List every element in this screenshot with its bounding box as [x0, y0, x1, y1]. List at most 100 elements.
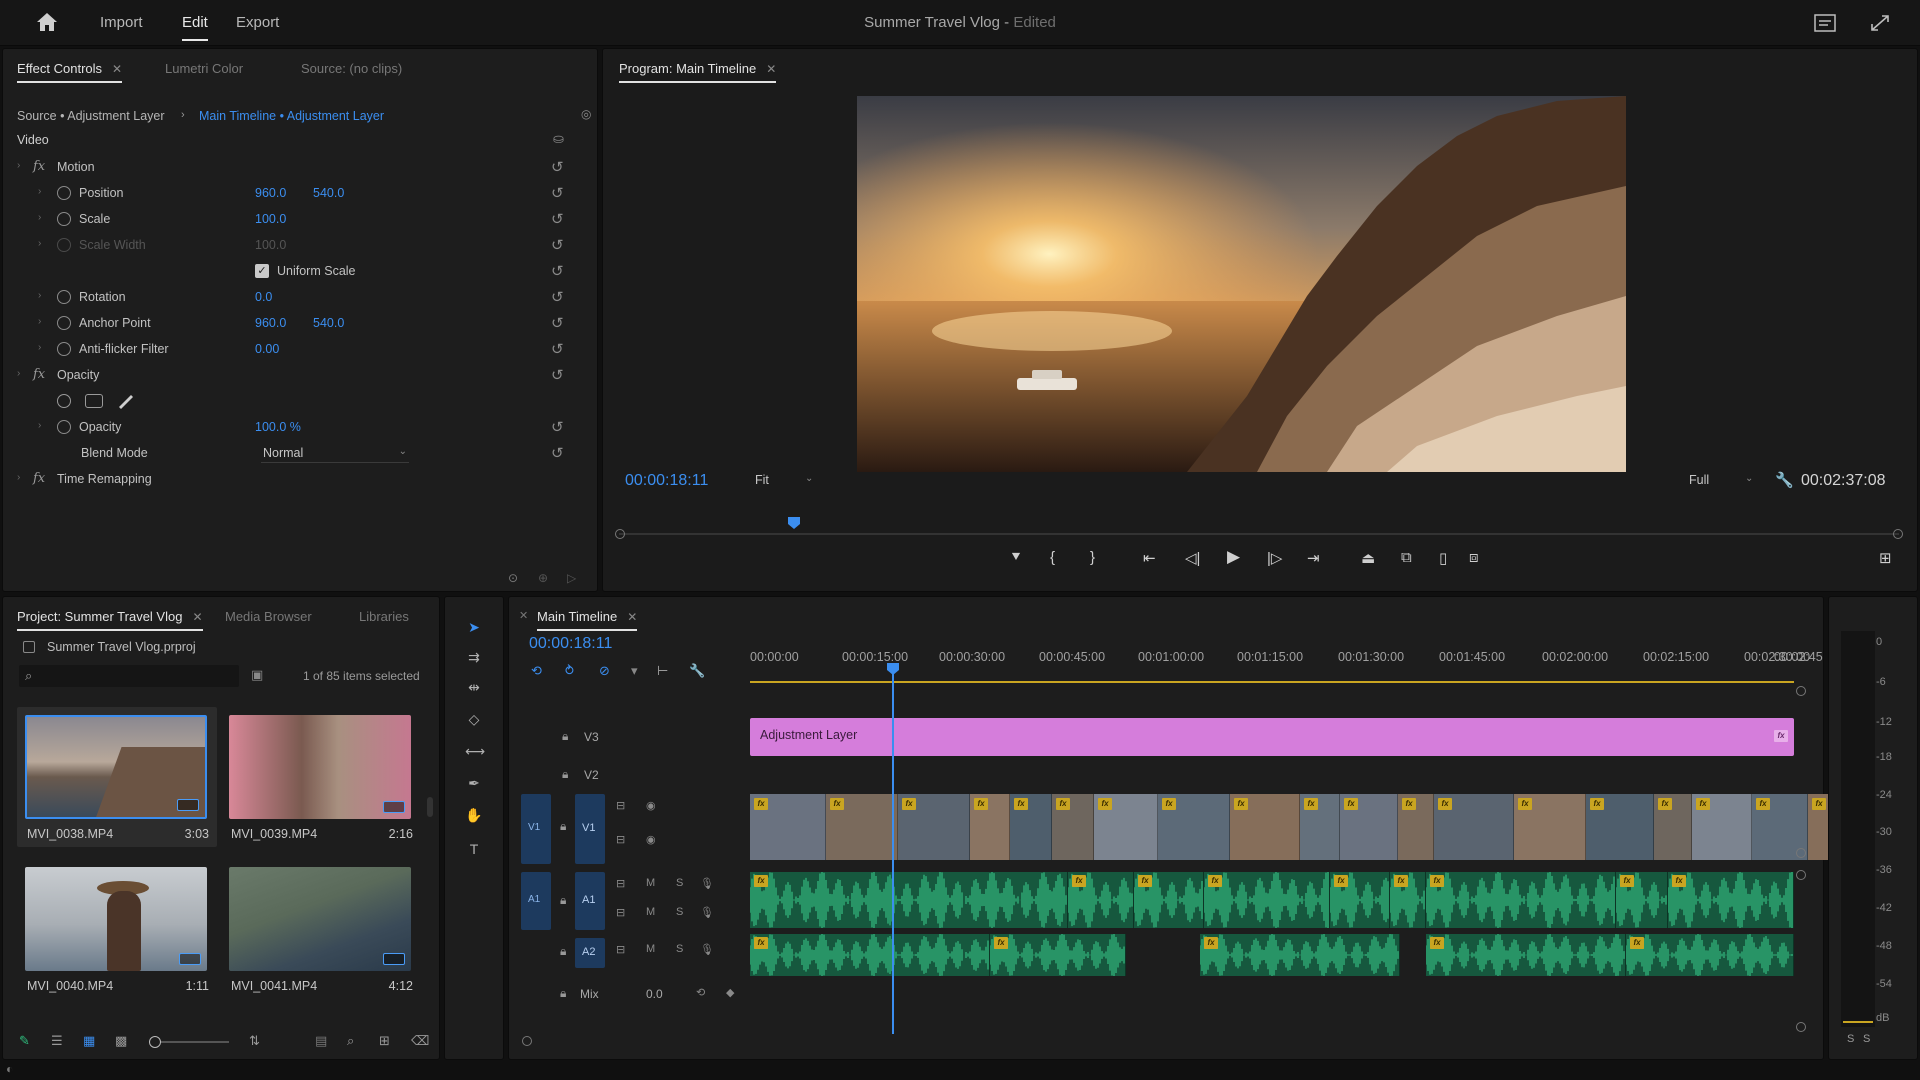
video-clip[interactable]: fx [970, 794, 1010, 860]
video-clip[interactable]: fx [1052, 794, 1094, 860]
close-icon[interactable]: ✕ [766, 62, 776, 76]
video-clip[interactable]: fx [1654, 794, 1692, 860]
type-tool-icon[interactable]: T [465, 841, 483, 859]
razor-tool-icon[interactable]: ◇ [465, 711, 483, 729]
source-patch-a1[interactable]: A1 [521, 872, 551, 930]
audio-clip[interactable]: fx [1626, 934, 1794, 976]
reset-icon[interactable]: ↺ [551, 288, 564, 306]
vertical-zoom-handle[interactable] [1796, 1022, 1806, 1032]
effect-opacity[interactable]: › fx Opacity ↺ [3, 363, 583, 389]
tab-program[interactable]: Program: Main Timeline ✕ [619, 61, 777, 83]
program-timecode[interactable]: 00:00:18:11 [625, 472, 708, 490]
sync-lock-icon[interactable]: ⊟ [616, 877, 625, 890]
clip-card[interactable]: MVI_0039.MP4 2:16 [221, 707, 421, 847]
audio-clip[interactable]: fx [1068, 872, 1134, 928]
timeline-timecode[interactable]: 00:00:18:11 [529, 635, 612, 653]
timeline-toggle-icon[interactable]: ◎ [581, 107, 591, 121]
rectangle-mask-icon[interactable] [85, 394, 103, 408]
video-clip[interactable]: fx [1434, 794, 1514, 860]
audio-clip[interactable]: fx [1426, 934, 1626, 976]
reset-icon[interactable]: ↺ [551, 314, 564, 332]
fit-select[interactable]: Fit ⌄ [755, 473, 815, 489]
audio-clip[interactable]: fx [1204, 872, 1330, 928]
mix-keyframe-icon[interactable]: ◆ [726, 986, 734, 999]
blend-mode-select[interactable]: Normal ⌄ [261, 445, 409, 463]
chevron-right-icon[interactable]: › [38, 290, 41, 301]
solo-button[interactable]: S [676, 943, 683, 955]
audio-clip[interactable]: fx [1134, 872, 1204, 928]
reset-icon[interactable]: ↺ [551, 236, 564, 254]
sync-lock-icon[interactable]: ⊟ [616, 799, 625, 812]
lift-icon[interactable]: ⏏ [1361, 549, 1375, 567]
clip-card[interactable]: MVI_0040.MP4 1:11 [17, 859, 217, 999]
tab-main-timeline[interactable]: Main Timeline ✕ [537, 609, 638, 631]
sync-lock-icon[interactable]: ⊟ [616, 943, 625, 956]
add-marker-icon[interactable]: ⯆ [1010, 549, 1022, 566]
video-clip[interactable]: fx [1340, 794, 1398, 860]
close-icon[interactable]: ✕ [519, 609, 528, 622]
effect-time-remapping[interactable]: › fx Time Remapping [3, 467, 583, 493]
uniform-scale-checkbox[interactable]: ✓ [255, 264, 269, 278]
track-target-a1[interactable]: A1 [575, 872, 605, 930]
solo-left[interactable]: S [1847, 1033, 1854, 1045]
timeline-zoom-handle[interactable] [1796, 686, 1806, 696]
source-patch-v1[interactable]: V1 [521, 794, 551, 864]
reset-icon[interactable]: ↺ [551, 340, 564, 358]
new-bin-icon[interactable]: ▣ [251, 667, 263, 683]
go-to-out-icon[interactable]: ⇥ [1307, 549, 1320, 567]
chevron-right-icon[interactable]: › [38, 420, 41, 431]
stopwatch-icon[interactable] [57, 420, 71, 434]
zoom-slider-handle[interactable] [149, 1036, 161, 1048]
close-icon[interactable]: ✕ [112, 62, 122, 76]
track-target-v1[interactable]: V1 [575, 794, 605, 864]
reset-icon[interactable]: ↺ [551, 184, 564, 202]
video-clip[interactable]: fx [1300, 794, 1340, 860]
chevron-right-icon[interactable]: › [17, 160, 20, 171]
clip-thumbnail[interactable] [229, 715, 411, 819]
a2-clips[interactable]: fx fx fx fx fx [750, 934, 1794, 976]
timeline-playhead[interactable] [886, 662, 900, 1034]
breadcrumb-source[interactable]: Source • Adjustment Layer [17, 109, 165, 123]
video-clip[interactable]: fx [1398, 794, 1434, 860]
lock-icon[interactable]: 🔒︎ [560, 893, 566, 908]
vertical-zoom-handle[interactable] [1796, 870, 1806, 880]
v1-clips[interactable]: fx fx fx fx fx fx fx fx fx fx fx fx fx fx fx fx fx fx fx [750, 794, 1872, 860]
clip-card[interactable]: MVI_0038.MP4 3:03 [17, 707, 217, 847]
sync-lock-icon[interactable]: ⊟ [616, 906, 625, 919]
nest-icon[interactable]: ⟲ [531, 663, 542, 679]
mute-button[interactable]: M [646, 906, 655, 918]
lock-icon[interactable]: 🔒︎ [560, 944, 566, 959]
chevron-right-icon[interactable]: › [38, 316, 41, 327]
sort-icon[interactable]: ⇅ [249, 1033, 260, 1049]
zoom-slider[interactable] [149, 1036, 229, 1048]
audio-clip[interactable]: fx [750, 872, 1068, 928]
video-clip[interactable]: fx [750, 794, 826, 860]
project-scrollbar[interactable] [427, 797, 433, 817]
video-clip[interactable]: fx [1010, 794, 1052, 860]
mark-in-icon[interactable]: { [1050, 549, 1055, 566]
antiflicker-value[interactable]: 0.00 [255, 342, 279, 356]
program-playhead[interactable] [787, 516, 801, 530]
quality-select[interactable]: Full ⌄ [1689, 473, 1757, 489]
status-icon[interactable]: ◐ [6, 1062, 13, 1076]
workspace-panel-icon[interactable] [1814, 14, 1836, 32]
rotation-value[interactable]: 0.0 [255, 290, 272, 304]
anchor-x-value[interactable]: 960.0 [255, 316, 286, 330]
chevron-right-icon[interactable]: › [38, 186, 41, 197]
tab-media-browser[interactable]: Media Browser [225, 609, 312, 624]
comparison-view-icon[interactable]: ⧈ [1469, 549, 1479, 566]
audio-clip[interactable]: fx [750, 934, 990, 976]
close-icon[interactable]: ✕ [627, 610, 637, 624]
list-view-icon[interactable]: ☰ [51, 1033, 63, 1049]
chevron-right-icon[interactable]: › [17, 368, 20, 379]
project-search-input[interactable]: ⌕ [19, 665, 239, 687]
playback-settings-icon[interactable]: ⊙ [508, 571, 518, 585]
mark-out-icon[interactable]: } [1090, 549, 1095, 566]
slip-tool-icon[interactable]: ⟷ [465, 743, 485, 761]
adjustment-layer-clip[interactable]: Adjustment Layer fx [750, 718, 1794, 756]
eye-icon[interactable]: ◉ [646, 833, 656, 846]
opacity-value[interactable]: 100.0 % [255, 420, 301, 434]
microphone-icon[interactable]: 🎙︎ [700, 877, 714, 890]
video-clip[interactable]: fx [1230, 794, 1300, 860]
home-icon[interactable] [36, 12, 58, 32]
